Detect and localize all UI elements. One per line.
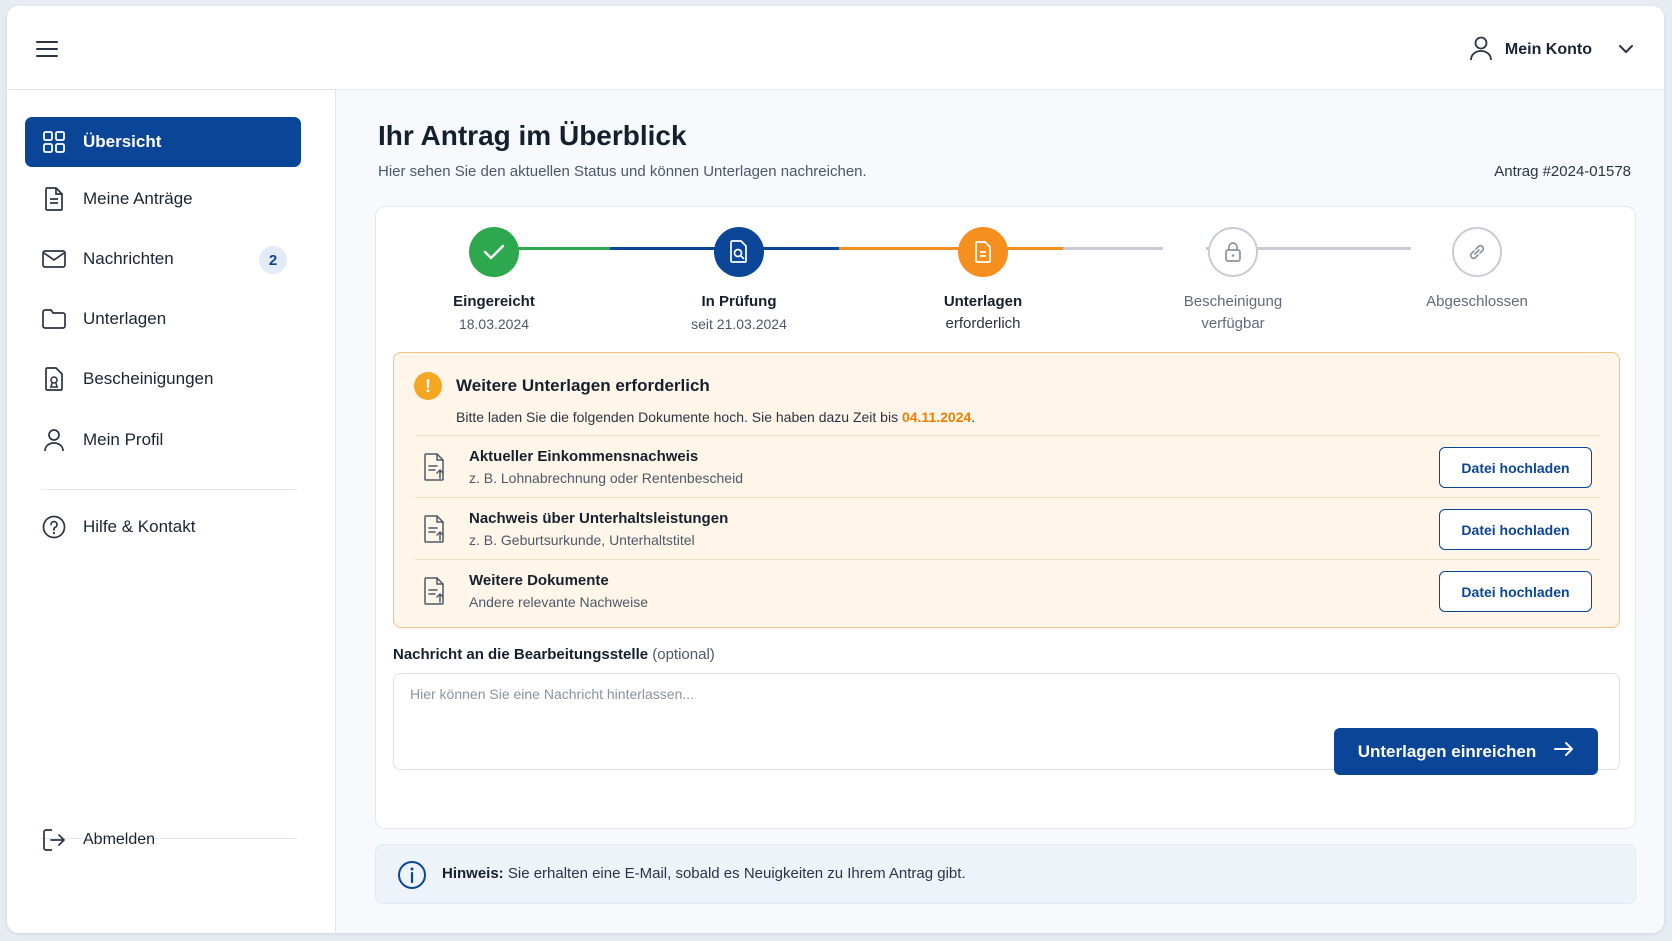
sidebar-item-label: Mein Profil [83, 430, 164, 449]
folder-icon [41, 306, 67, 332]
user-icon [41, 427, 67, 453]
sidebar-item-meine-antraege[interactable]: Meine Anträge [25, 174, 301, 224]
sidebar-item-uebersicht[interactable]: Übersicht [25, 117, 301, 167]
chevron-down-icon [1618, 41, 1634, 59]
sidebar-item-nachrichten[interactable]: Nachrichten 2 [25, 234, 301, 284]
message-placeholder: Hier können Sie eine Nachricht hinterlas… [410, 686, 695, 702]
file-upload-icon [423, 453, 447, 486]
step-title: Bescheinigung [1183, 293, 1283, 310]
antrag-number: Antrag #2024-01578 [1494, 163, 1631, 180]
sidebar-item-label: Meine Anträge [83, 189, 193, 208]
info-icon [397, 860, 427, 895]
sidebar-item-label: Hilfe & Kontakt [83, 517, 196, 536]
step-subtitle: seit 21.03.2024 [691, 316, 787, 332]
page-subtitle: Hier sehen Sie den aktuellen Status und … [378, 163, 867, 180]
document-description: z. B. Lohnabrechnung oder Rentenbescheid [469, 470, 743, 486]
check-icon [469, 227, 519, 277]
sidebar: Übersicht Meine Anträge Nachrichten 2 Un… [7, 90, 336, 933]
link-icon [1452, 227, 1502, 277]
info-hint: Hinweis: Sie erhalten eine E-Mail, sobal… [375, 844, 1636, 904]
sidebar-item-mein-profil[interactable]: Mein Profil [25, 415, 301, 465]
user-icon [1469, 35, 1493, 66]
sidebar-item-hilfe[interactable]: Hilfe & Kontakt [25, 502, 301, 552]
document-title: Nachweis über Unterhaltsleistungen [469, 510, 729, 527]
document-icon [41, 186, 67, 212]
hint-message: Sie erhalten eine E-Mail, sobald es Neui… [503, 865, 966, 882]
sidebar-item-label: Nachrichten [83, 249, 174, 268]
deadline-date: 04.11.2024 [901, 409, 972, 425]
step-title: Unterlagen [943, 293, 1023, 310]
account-menu[interactable]: Mein Konto [1469, 36, 1634, 64]
document-icon [958, 227, 1008, 277]
sidebar-divider [41, 489, 297, 490]
step-bescheinigung: Bescheinigung verfügbar [1133, 227, 1333, 335]
alert-title: Weitere Unterlagen erforderlich [456, 376, 710, 395]
grid-icon [41, 129, 67, 155]
message-label-text: Nachricht an die Bearbeitungsstelle [393, 646, 649, 663]
step-unterlagen: Unterlagen erforderlich [883, 227, 1083, 335]
hint-text: Hinweis: Sie erhalten eine E-Mail, sobal… [442, 865, 966, 882]
document-row: Weitere Dokumente Andere relevante Nachw… [415, 559, 1600, 621]
document-title: Aktueller Einkommensnachweis [469, 448, 699, 465]
logout-button[interactable]: Abmelden [25, 815, 301, 865]
sidebar-item-bescheinigungen[interactable]: Bescheinigungen [25, 354, 301, 404]
sidebar-item-label: Unterlagen [83, 309, 167, 328]
required-documents-alert: ! Weitere Unterlagen erforderlich Bitte … [393, 352, 1620, 628]
step-eingereicht: Eingereicht 18.03.2024 [394, 227, 594, 335]
document-search-icon [714, 227, 764, 277]
step-subtitle: erforderlich [945, 315, 1021, 332]
message-label: Nachricht an die Bearbeitungsstelle (opt… [393, 646, 715, 663]
document-row: Aktueller Einkommensnachweis z. B. Lohna… [415, 435, 1600, 497]
step-title: Abgeschlossen [1426, 293, 1528, 310]
step-abgeschlossen: Abgeschlossen [1377, 227, 1577, 313]
hamburger-icon[interactable] [35, 38, 59, 60]
sidebar-item-label: Abmelden [83, 831, 156, 848]
app-window: Mein Konto Übersicht Meine Anträge Nachr… [7, 6, 1664, 933]
step-subtitle: verfügbar [1201, 315, 1265, 332]
submit-documents-button[interactable]: Unterlagen einreichen [1334, 728, 1598, 775]
main-content: Ihr Antrag im Überblick Hier sehen Sie d… [336, 90, 1664, 933]
help-icon [41, 514, 67, 540]
optional-hint: (optional) [652, 646, 715, 663]
sidebar-item-unterlagen[interactable]: Unterlagen [25, 294, 301, 344]
submit-label: Unterlagen einreichen [1357, 741, 1537, 761]
document-title: Weitere Dokumente [469, 572, 609, 589]
certificate-icon [41, 366, 67, 392]
file-upload-icon [423, 515, 447, 548]
sidebar-item-label: Bescheinigungen [83, 369, 214, 388]
application-card: Eingereicht 18.03.2024 In Prüfung seit 2… [375, 206, 1636, 829]
file-upload-icon [423, 577, 447, 610]
step-in-pruefung: In Prüfung seit 21.03.2024 [639, 227, 839, 335]
alert-text-start: Bitte laden Sie die folgenden Dokumente … [456, 409, 902, 425]
page-title: Ihr Antrag im Überblick [378, 120, 687, 151]
upload-button[interactable]: Datei hochladen [1439, 571, 1592, 612]
arrow-right-icon [1554, 741, 1574, 762]
top-bar: Mein Konto [7, 6, 1664, 90]
sidebar-item-label: Übersicht [83, 132, 162, 151]
unread-count-badge: 2 [259, 246, 287, 274]
upload-button[interactable]: Datei hochladen [1439, 447, 1592, 488]
document-row: Nachweis über Unterhaltsleistungen z. B.… [415, 497, 1600, 559]
hint-label: Hinweis: [442, 865, 504, 882]
exclamation-icon: ! [414, 372, 442, 400]
document-description: z. B. Geburtsurkunde, Unterhaltstitel [469, 532, 695, 548]
step-title: Eingereicht [453, 293, 535, 310]
document-description: Andere relevante Nachweise [469, 594, 648, 610]
lock-icon [1208, 227, 1258, 277]
alert-text-end: . [971, 409, 976, 425]
upload-button[interactable]: Datei hochladen [1439, 509, 1592, 550]
logout-icon [41, 827, 67, 853]
step-subtitle: 18.03.2024 [458, 316, 530, 332]
account-label: Mein Konto [1504, 41, 1592, 58]
step-title: In Prüfung [701, 293, 777, 310]
alert-text: Bitte laden Sie die folgenden Dokumente … [456, 409, 975, 425]
mail-icon [41, 246, 67, 272]
